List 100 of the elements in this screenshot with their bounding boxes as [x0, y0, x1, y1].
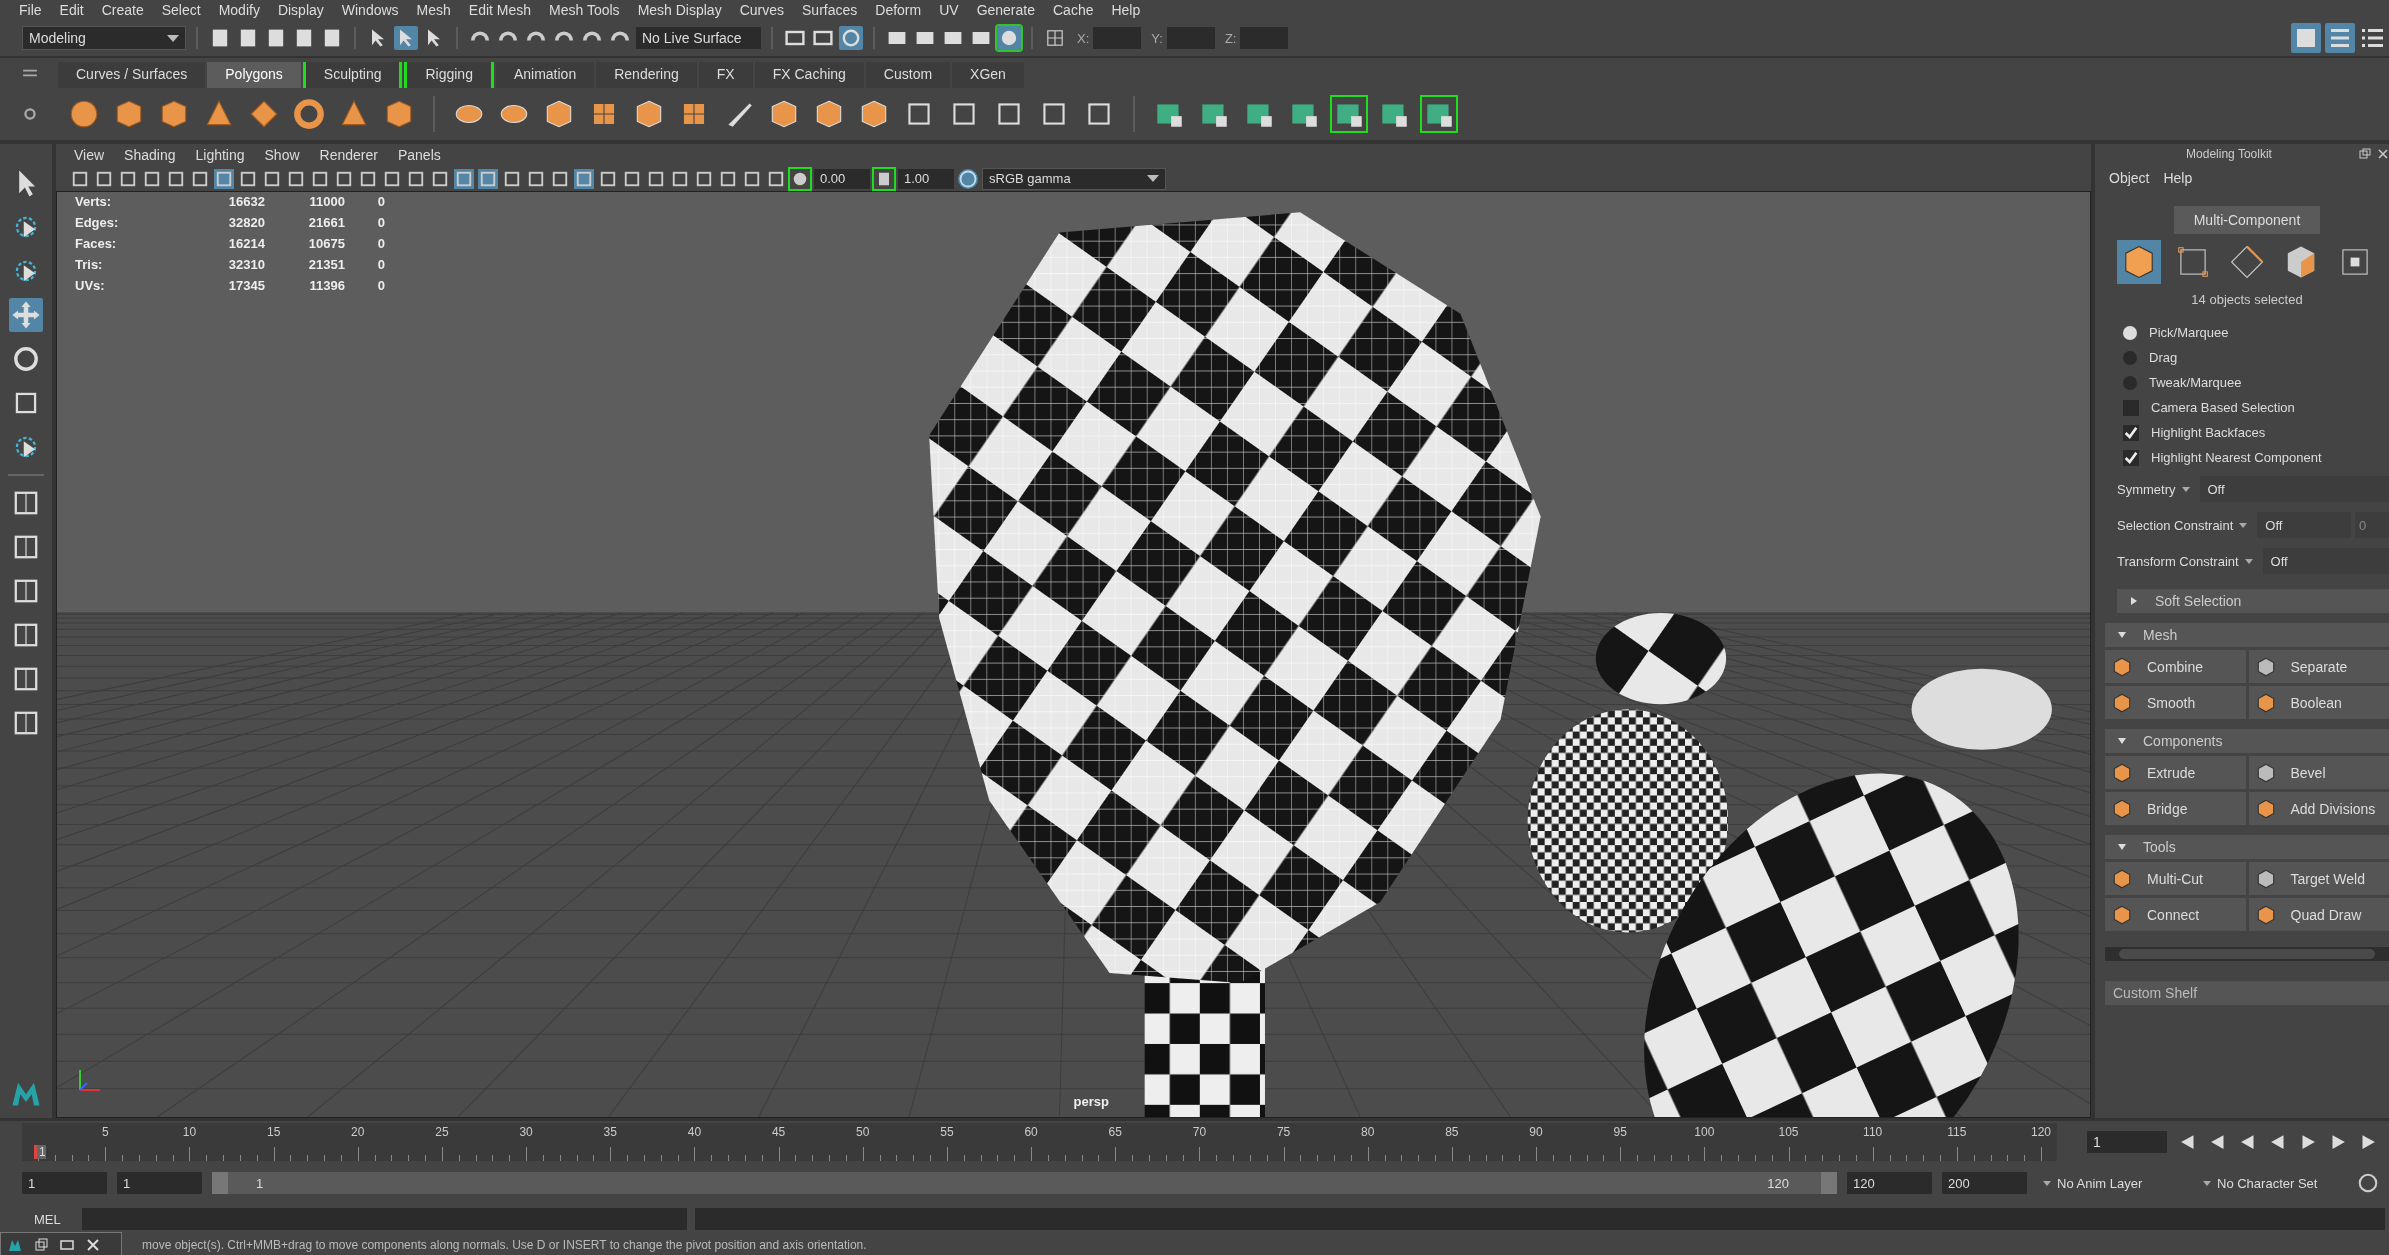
option-label[interactable]: Selection Constraint — [2117, 517, 2254, 533]
option-label[interactable]: Transform Constraint — [2117, 553, 2259, 569]
radio-option[interactable]: Drag — [2123, 348, 2389, 367]
panel-menu-item[interactable]: Renderer — [309, 147, 388, 163]
section-header[interactable]: Custom Shelf — [2105, 981, 2389, 1005]
menu-item[interactable]: Modify — [209, 2, 269, 18]
menu-item[interactable]: Create — [92, 2, 153, 18]
float-window-icon[interactable] — [2359, 148, 2371, 160]
menu-item[interactable]: Display — [268, 2, 333, 18]
time-slider[interactable]: 5 10 15 20 25 30 35 40 45 50 55 60 65 70 75 80 85 90 95 100 105 110 115 120 1 — [22, 1123, 2057, 1161]
tool-button[interactable]: Quad Draw — [2248, 898, 2389, 931]
tool-button[interactable]: Bridge — [2105, 792, 2246, 825]
gamma-field[interactable]: 1.00 — [898, 168, 954, 189]
move-tool-icon[interactable] — [9, 298, 43, 332]
color-space-dropdown[interactable]: sRGB gamma — [982, 167, 1166, 190]
shelf-tab[interactable]: Animation — [495, 62, 595, 88]
range-slider[interactable]: 1 120 — [212, 1172, 1837, 1194]
tool-button[interactable]: Add Divisions — [2248, 792, 2389, 825]
shelf-tab[interactable]: Curves / Surfaces — [58, 62, 206, 88]
option-value-field[interactable]: Off — [2262, 548, 2389, 574]
coordinate-field[interactable] — [1240, 27, 1289, 49]
multi-component-button[interactable]: Multi-Component — [2173, 206, 2321, 234]
panel-menu-item[interactable]: Object — [2105, 170, 2160, 186]
uv-tile-icon[interactable] — [1422, 97, 1456, 131]
tool-button[interactable]: Smooth — [2105, 686, 2246, 719]
tool-button[interactable]: Combine — [2105, 650, 2246, 683]
menu-item[interactable]: Mesh — [407, 2, 460, 18]
option-value-field[interactable]: Off — [2257, 512, 2351, 538]
panel-menu-item[interactable]: Lighting — [185, 147, 255, 163]
menu-item[interactable]: Help — [1102, 2, 1150, 18]
tool-button[interactable]: Target Weld — [2248, 862, 2389, 895]
shelf-tab[interactable]: Sculpting — [302, 62, 403, 88]
viewport-tool-icon[interactable] — [574, 168, 594, 189]
viewport-tool-icon[interactable] — [214, 168, 234, 189]
shelf-tab[interactable]: XGen — [952, 62, 1024, 88]
panel-menu-item[interactable]: View — [64, 147, 115, 163]
close-icon[interactable] — [2377, 148, 2389, 160]
shelf-tab[interactable]: Rendering — [596, 62, 697, 88]
tool-button[interactable]: Boolean — [2248, 686, 2389, 719]
section-header[interactable]: Components — [2105, 729, 2389, 753]
panel-menu-item[interactable]: Help — [2159, 170, 2203, 186]
panel-menu-item[interactable]: Panels — [387, 147, 451, 163]
menu-item[interactable]: Surfaces — [793, 2, 867, 18]
option-label[interactable]: Symmetry — [2117, 481, 2196, 497]
tool-button[interactable]: Extrude — [2105, 756, 2246, 789]
character-set-dropdown[interactable]: No Character Set — [2197, 1175, 2347, 1191]
restore-icon[interactable] — [33, 1237, 49, 1253]
mode-dropdown[interactable]: Modeling — [22, 26, 186, 50]
shelf-tab[interactable]: Custom — [865, 62, 951, 88]
section-header[interactable]: Mesh — [2105, 623, 2389, 647]
shelf-tab[interactable]: Polygons — [207, 62, 301, 88]
menu-item[interactable]: Curves — [730, 2, 793, 18]
menu-item[interactable]: Deform — [866, 2, 931, 18]
current-frame-field[interactable]: 1 — [2087, 1131, 2167, 1153]
coordinate-field[interactable] — [1166, 27, 1215, 49]
menu-item[interactable]: Mesh Tools — [540, 2, 629, 18]
start-frame-field[interactable]: 1 — [22, 1172, 107, 1194]
tool-button[interactable]: Bevel — [2248, 756, 2389, 789]
command-field[interactable] — [82, 1208, 687, 1230]
menu-item[interactable]: Edit — [50, 2, 93, 18]
exposure-field[interactable]: 0.00 — [814, 168, 870, 189]
shelf-tab[interactable]: FX Caching — [754, 62, 864, 88]
checkbox-option[interactable]: Highlight Nearest Component — [2123, 448, 2389, 467]
panel-menu-item[interactable]: Shading — [114, 147, 186, 163]
maximize-icon[interactable] — [59, 1237, 75, 1253]
anim-layer-dropdown[interactable]: No Anim Layer — [2037, 1175, 2187, 1191]
tool-button[interactable]: Connect — [2105, 898, 2246, 931]
menu-item[interactable]: Cache — [1044, 2, 1103, 18]
torus-icon[interactable] — [292, 97, 326, 131]
object-cube-icon[interactable] — [2117, 240, 2161, 284]
menu-item[interactable]: UV — [930, 2, 968, 18]
live-surface-field[interactable]: No Live Surface — [636, 27, 761, 49]
toggle-icon[interactable] — [958, 168, 978, 189]
horizontal-scrollbar[interactable] — [2105, 947, 2389, 961]
shelf-tab[interactable]: Rigging — [404, 62, 494, 88]
uv-tile-icon[interactable] — [1332, 97, 1366, 131]
menu-item[interactable]: Edit Mesh — [459, 2, 541, 18]
viewport-tool-icon[interactable] — [454, 168, 474, 189]
coordinate-field[interactable] — [1093, 27, 1142, 49]
menu-item[interactable]: File — [10, 2, 51, 18]
radio-option[interactable]: Tweak/Marquee — [2123, 373, 2389, 392]
checkbox-option[interactable]: Highlight Backfaces — [2123, 423, 2389, 442]
sliders-icon[interactable] — [2325, 23, 2355, 53]
shelf-tab[interactable]: FX — [698, 62, 753, 88]
checkbox-option[interactable]: Camera Based Selection — [2123, 398, 2389, 417]
viewport-tool-icon[interactable] — [478, 168, 498, 189]
option-value-field[interactable]: Off — [2199, 476, 2389, 502]
tool-button[interactable]: Separate — [2248, 650, 2389, 683]
anim-start-field[interactable]: 1 — [117, 1172, 202, 1194]
radio-option[interactable]: Pick/Marquee — [2123, 323, 2389, 342]
end-frame-field[interactable]: 200 — [1942, 1172, 2027, 1194]
section-header[interactable]: Soft Selection — [2117, 589, 2389, 613]
section-header[interactable]: Tools — [2105, 835, 2389, 859]
command-language-label[interactable]: MEL — [34, 1211, 74, 1227]
menu-item[interactable]: Mesh Display — [628, 2, 731, 18]
anim-end-field[interactable]: 120 — [1847, 1172, 1932, 1194]
panel-menu-item[interactable]: Show — [254, 147, 310, 163]
menu-item[interactable]: Select — [152, 2, 210, 18]
tool-button[interactable]: Multi-Cut — [2105, 862, 2246, 895]
menu-item[interactable]: Generate — [967, 2, 1044, 18]
